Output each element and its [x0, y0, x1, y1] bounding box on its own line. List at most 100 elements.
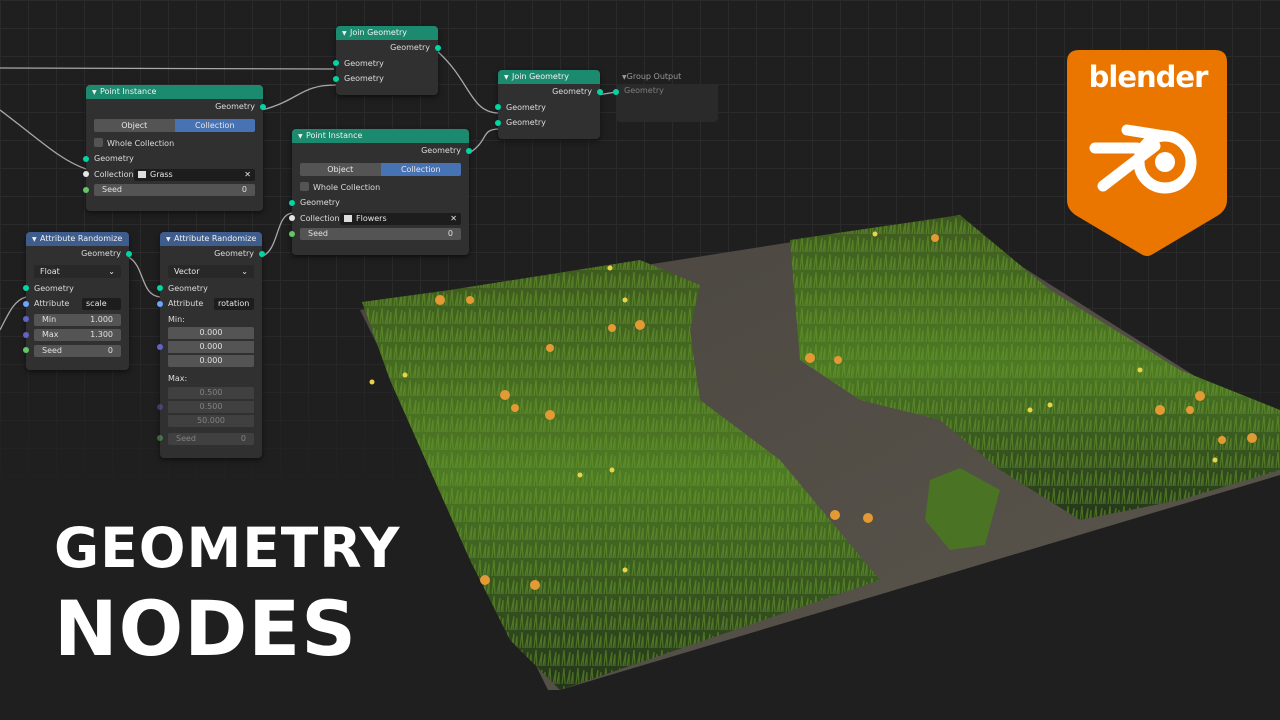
attribute-input-socket[interactable]	[157, 300, 163, 307]
input-label: Geometry	[34, 283, 74, 293]
seed-input-socket[interactable]	[83, 186, 89, 193]
instance-type-toggle[interactable]: Object Collection	[300, 162, 461, 176]
geometry-input-socket[interactable]	[613, 89, 619, 95]
collapse-icon[interactable]: ▼	[298, 130, 306, 144]
min-input-socket[interactable]	[23, 316, 29, 323]
min-input-socket[interactable]	[157, 344, 163, 350]
join-geometry-node-1[interactable]: ▼ Join Geometry Geometry Geometry Geometr…	[333, 26, 441, 95]
geometry-input-socket[interactable]	[495, 104, 501, 111]
node-header[interactable]: ▼ Attribute Randomize	[160, 232, 262, 246]
attribute-field[interactable]: scale	[82, 298, 121, 310]
node-header[interactable]: ▼ Join Geometry	[498, 70, 600, 84]
seed-input-socket[interactable]	[23, 347, 29, 354]
node-header[interactable]: ▼Group Output	[616, 70, 718, 84]
point-instance-node-2[interactable]: ▼ Point Instance Geometry Object Collecti…	[289, 129, 472, 255]
geometry-input-socket[interactable]	[157, 285, 163, 292]
geometry-output-socket[interactable]	[260, 103, 266, 110]
min-x-field[interactable]: 0.000	[168, 327, 254, 339]
collection-field[interactable]: Flowers ✕	[340, 212, 461, 225]
collection-input-socket[interactable]	[289, 215, 295, 222]
max-label: Max:	[168, 374, 188, 383]
data-type-dropdown[interactable]: Vector ⌄	[168, 264, 254, 278]
clear-icon[interactable]: ✕	[450, 213, 457, 225]
whole-collection-checkbox[interactable]	[300, 181, 309, 191]
slider-value: 0	[447, 229, 453, 238]
whole-collection-checkbox[interactable]	[94, 137, 103, 147]
collapse-icon[interactable]: ▼	[32, 233, 40, 247]
attribute-randomize-node-1[interactable]: ▼ Attribute Randomize Geometry Float ⌄ Geo…	[23, 232, 132, 370]
input-label: Geometry	[624, 86, 664, 95]
max-x-field[interactable]: 0.500	[168, 386, 254, 399]
collapse-icon[interactable]: ▼	[504, 71, 512, 85]
slider-value: 0	[241, 185, 247, 194]
input-label: Geometry	[344, 58, 384, 68]
geometry-input-socket[interactable]	[289, 199, 295, 206]
seed-slider[interactable]: Seed 0	[300, 228, 461, 240]
slider-label: Seed	[102, 185, 122, 194]
max-input-socket[interactable]	[157, 403, 163, 410]
instance-type-toggle[interactable]: Object Collection	[94, 118, 255, 132]
node-header[interactable]: ▼ Point Instance	[86, 85, 263, 99]
slider-value: 1.000	[90, 314, 113, 324]
input-label: Geometry	[94, 154, 134, 163]
min-label: Min:	[168, 314, 185, 324]
max-z-field[interactable]: 50.000	[168, 414, 254, 427]
object-option[interactable]: Object	[94, 118, 175, 132]
group-output-node[interactable]: ▼Group Output Geometry	[613, 70, 718, 122]
collapse-icon[interactable]: ▼	[166, 233, 174, 247]
seed-input-socket[interactable]	[289, 230, 295, 237]
seed-input-socket[interactable]	[157, 435, 163, 442]
input-label: Geometry	[344, 74, 384, 83]
data-type-dropdown[interactable]: Float ⌄	[34, 264, 121, 278]
collection-value: Grass	[150, 169, 173, 179]
geometry-output-socket[interactable]	[435, 44, 441, 51]
min-z-field[interactable]: 0.000	[168, 355, 254, 367]
clear-icon[interactable]: ✕	[244, 169, 251, 181]
geometry-output-socket[interactable]	[466, 147, 472, 154]
checkbox-label: Whole Collection	[107, 138, 175, 148]
geometry-output-socket[interactable]	[259, 250, 265, 257]
object-option[interactable]: Object	[300, 162, 381, 176]
slider-value: 0.500	[199, 401, 223, 411]
slider-value: 1.300	[90, 330, 113, 339]
collection-input-socket[interactable]	[83, 171, 89, 178]
slider-label: Seed	[42, 345, 62, 355]
join-geometry-node-2[interactable]: ▼ Join Geometry Geometry Geometry Geometr…	[495, 70, 603, 139]
min-slider[interactable]: Min 1.000	[34, 313, 121, 326]
seed-slider[interactable]: Seed 0	[168, 432, 254, 445]
attribute-input-socket[interactable]	[23, 300, 29, 307]
point-instance-node-1[interactable]: ▼ Point Instance Geometry Object Collecti…	[83, 85, 266, 211]
geometry-input-socket[interactable]	[83, 155, 89, 162]
geometry-input-socket[interactable]	[495, 119, 501, 126]
seed-slider[interactable]: Seed 0	[94, 184, 255, 196]
max-slider[interactable]: Max 1.300	[34, 329, 121, 341]
collection-option[interactable]: Collection	[174, 118, 255, 132]
input-label: Geometry	[300, 198, 340, 207]
geometry-input-socket[interactable]	[333, 75, 339, 82]
slider-value: 0.000	[199, 356, 223, 365]
min-y-field[interactable]: 0.000	[168, 341, 254, 353]
output-label: Geometry	[215, 102, 255, 111]
attribute-field[interactable]: rotation	[214, 298, 254, 310]
collection-field[interactable]: Grass ✕	[134, 168, 255, 181]
output-label: Geometry	[81, 249, 121, 258]
collapse-icon[interactable]: ▼	[342, 27, 350, 41]
geometry-output-socket[interactable]	[126, 250, 132, 257]
geometry-input-socket[interactable]	[333, 60, 339, 67]
collapse-icon[interactable]: ▼	[92, 86, 100, 100]
seed-slider[interactable]: Seed 0	[34, 344, 121, 357]
geometry-output-socket[interactable]	[597, 88, 603, 95]
chevron-down-icon: ⌄	[108, 266, 115, 276]
attribute-value: rotation	[218, 299, 250, 308]
collection-option[interactable]: Collection	[380, 162, 461, 176]
collection-label: Collection:	[300, 213, 343, 223]
max-y-field[interactable]: 0.500	[168, 400, 254, 413]
slider-label: Min	[42, 314, 57, 324]
node-title: Point Instance	[100, 87, 157, 96]
node-header[interactable]: ▼ Point Instance	[292, 129, 469, 143]
node-header[interactable]: ▼ Attribute Randomize	[26, 232, 129, 246]
node-header[interactable]: ▼ Join Geometry	[336, 26, 438, 40]
max-input-socket[interactable]	[23, 331, 29, 338]
attribute-randomize-node-2[interactable]: ▼ Attribute Randomize Geometry Vector ⌄ Ge…	[157, 232, 265, 458]
geometry-input-socket[interactable]	[23, 285, 29, 292]
